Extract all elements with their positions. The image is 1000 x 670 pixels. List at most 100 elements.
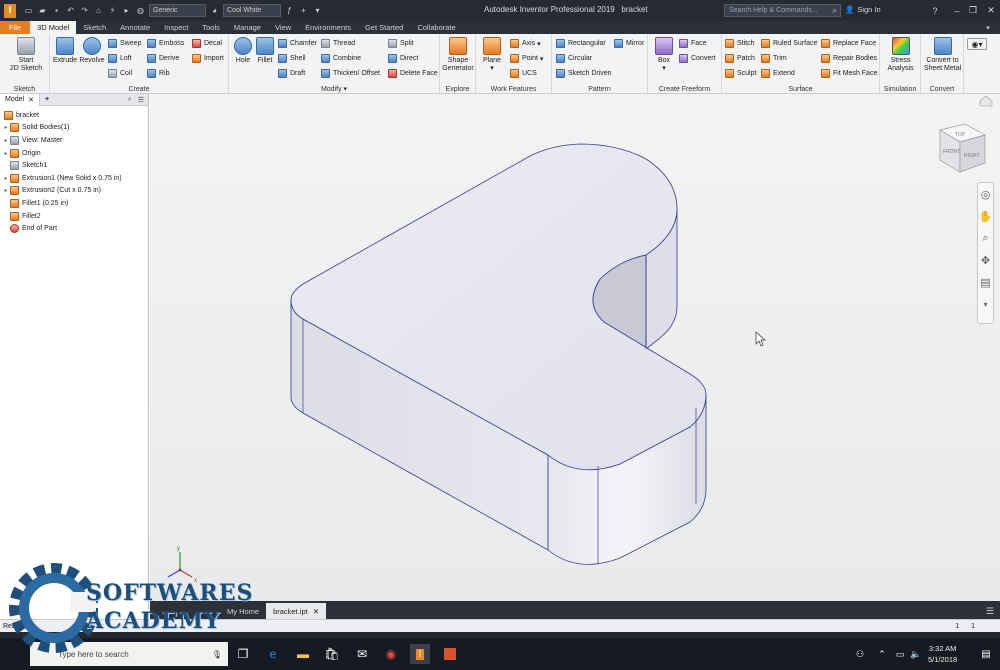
select-icon[interactable]: ▸ [121,5,132,16]
sign-in-button[interactable]: 👤 Sign In [845,5,881,14]
tree-item[interactable]: Sketch1 [2,159,148,172]
tab-tools[interactable]: Tools [195,21,227,34]
combine-button[interactable]: Combine [321,53,361,64]
mail-icon[interactable]: ✉ [352,644,372,664]
taskbar-clock[interactable]: 3:32 AM 5/1/2018 [928,643,957,665]
tree-item[interactable]: ▸ Extrusion1 (New Solid x 0.75 in) [2,172,148,185]
home-icon[interactable]: ⌂ [93,5,104,16]
shape-generator-button[interactable]: Shape Generator [440,37,476,73]
look-at-icon[interactable]: ▤ [978,271,993,293]
app-taskbar-icon[interactable] [440,644,460,664]
volume-icon[interactable]: 🔈 [906,644,926,664]
nav-expand-icon[interactable]: ▾ [978,293,993,315]
extend-button[interactable]: Extend [761,68,795,79]
sketch-driven-pattern-button[interactable]: Sketch Driven [556,68,612,79]
tree-item[interactable]: bracket [2,109,148,122]
chrome-icon[interactable]: ◉ [381,644,401,664]
customize-icon[interactable]: ▾ [312,5,323,16]
edge-browser-icon[interactable]: e [263,644,283,664]
convert-sheet-metal-button[interactable]: Convert to Sheet Metal [921,37,964,73]
tab-bracket-ipt[interactable]: bracket.ipt ✕ [266,603,326,619]
appearance-combo[interactable]: Cool White [223,4,281,17]
update-icon[interactable]: ⚡ [107,5,118,16]
expand-toggle-icon[interactable]: ▸ [2,150,10,157]
chamfer-button[interactable]: Chamfer [278,38,317,49]
fit-mesh-face-button[interactable]: Fit Mesh Face [821,68,877,79]
thread-button[interactable]: Thread [321,38,355,49]
derive-button[interactable]: Derive [147,53,179,64]
emboss-button[interactable]: Emboss [147,38,184,49]
tab-annotate[interactable]: Annotate [113,21,157,34]
mirror-button[interactable]: Mirror [614,38,644,49]
tab-view[interactable]: View [268,21,298,34]
replace-face-button[interactable]: Replace Face [821,38,876,49]
zoom-icon[interactable]: ⌕ [978,227,993,249]
thicken-offset-button[interactable]: Thicken/ Offset [321,68,380,79]
fillet-button[interactable]: Fillet [254,37,276,65]
tray-chevron-icon[interactable]: ⌃ [872,644,892,664]
expand-toggle-icon[interactable]: ▸ [2,124,10,131]
tab-3d-model[interactable]: 3D Model [30,21,77,34]
extrude-button[interactable]: Extrude [53,37,77,65]
sweep-button[interactable]: Sweep [108,38,141,49]
convert-freeform-button[interactable]: Convert [679,53,716,64]
circular-pattern-button[interactable]: Circular [556,53,592,64]
home-view-icon[interactable] [979,95,993,107]
shell-button[interactable]: Shell [278,53,306,64]
restore-icon[interactable]: ❐ [964,0,982,21]
tree-item[interactable]: End of Part [2,222,148,235]
store-icon[interactable]: 🛍 [322,644,342,664]
tree-item[interactable]: ▸ Origin [2,147,148,160]
close-model-tab-icon[interactable]: ✕ [28,96,34,104]
axis-button[interactable]: Axis ▾ [510,38,541,49]
rib-button[interactable]: Rib [147,68,170,79]
direct-button[interactable]: Direct [388,53,418,64]
browser-menu-icon[interactable]: ☰ [138,96,144,104]
save-icon[interactable]: ▪ [51,5,62,16]
tree-item[interactable]: Fillet1 (0.25 in) [2,197,148,210]
new-icon[interactable]: ▭ [23,5,34,16]
graphics-viewport[interactable]: y x TOP FRONT RIGHT [150,94,1000,601]
ribbon-extras-dropdown[interactable]: ◉▾ [967,38,987,50]
expand-toggle-icon[interactable]: ▸ [2,175,10,182]
tab-get-started[interactable]: Get Started [358,21,410,34]
tab-file[interactable]: File [0,21,31,34]
face-button[interactable]: Face [679,38,707,49]
expand-toggle-icon[interactable]: ▸ [2,137,10,144]
plus-icon[interactable]: + [298,5,309,16]
import-button[interactable]: Import [192,53,224,64]
draft-button[interactable]: Draft [278,68,305,79]
redo-icon[interactable]: ↷ [79,5,90,16]
open-icon[interactable]: ▰ [37,5,48,16]
inventor-logo-icon[interactable]: I [4,3,16,18]
tree-item[interactable]: Fillet2 [2,210,148,223]
expand-toggle-icon[interactable]: ▸ [2,187,10,194]
coil-button[interactable]: Coil [108,68,132,79]
people-icon[interactable]: ⚇ [850,644,870,664]
tab-collaborate[interactable]: Collaborate [410,21,462,34]
tab-inspect[interactable]: Inspect [157,21,195,34]
start-2d-sketch-button[interactable]: Start 2D Sketch [8,37,44,73]
revolve-button[interactable]: Revolve [79,37,105,65]
ruled-surface-button[interactable]: Ruled Surface [761,38,817,49]
rectangular-pattern-button[interactable]: Rectangular [556,38,606,49]
material-combo[interactable]: Generic [149,4,206,17]
stress-analysis-button[interactable]: Stress Analysis [880,37,921,73]
tab-list-icon[interactable]: ☰ [980,606,1000,619]
viewcube-top-label[interactable]: TOP [955,132,966,138]
panel-modify-label[interactable]: Modify ▾ [229,85,439,93]
help-search-input[interactable]: Search Help & Commands... ⌕ [724,4,841,17]
fx-icon[interactable]: ƒ [284,5,295,16]
plane-button[interactable]: Plane ▾ [480,37,504,73]
pan-icon[interactable]: ✋ [978,205,993,227]
stitch-button[interactable]: Stitch [725,38,755,49]
tree-item[interactable]: ▸ Extrusion2 (Cut x 0.75 in) [2,185,148,198]
viewcube[interactable]: TOP FRONT RIGHT [939,123,986,173]
close-icon[interactable]: ✕ [982,0,1000,21]
tree-item[interactable]: ▸ Solid Bodies(1) [2,122,148,135]
orbit-icon[interactable]: ✥ [978,249,993,271]
tab-sketch[interactable]: Sketch [76,21,113,34]
viewcube-right-label[interactable]: RIGHT [964,153,980,159]
viewcube-front-label[interactable]: FRONT [943,149,960,155]
repair-bodies-button[interactable]: Repair Bodies [821,53,877,64]
